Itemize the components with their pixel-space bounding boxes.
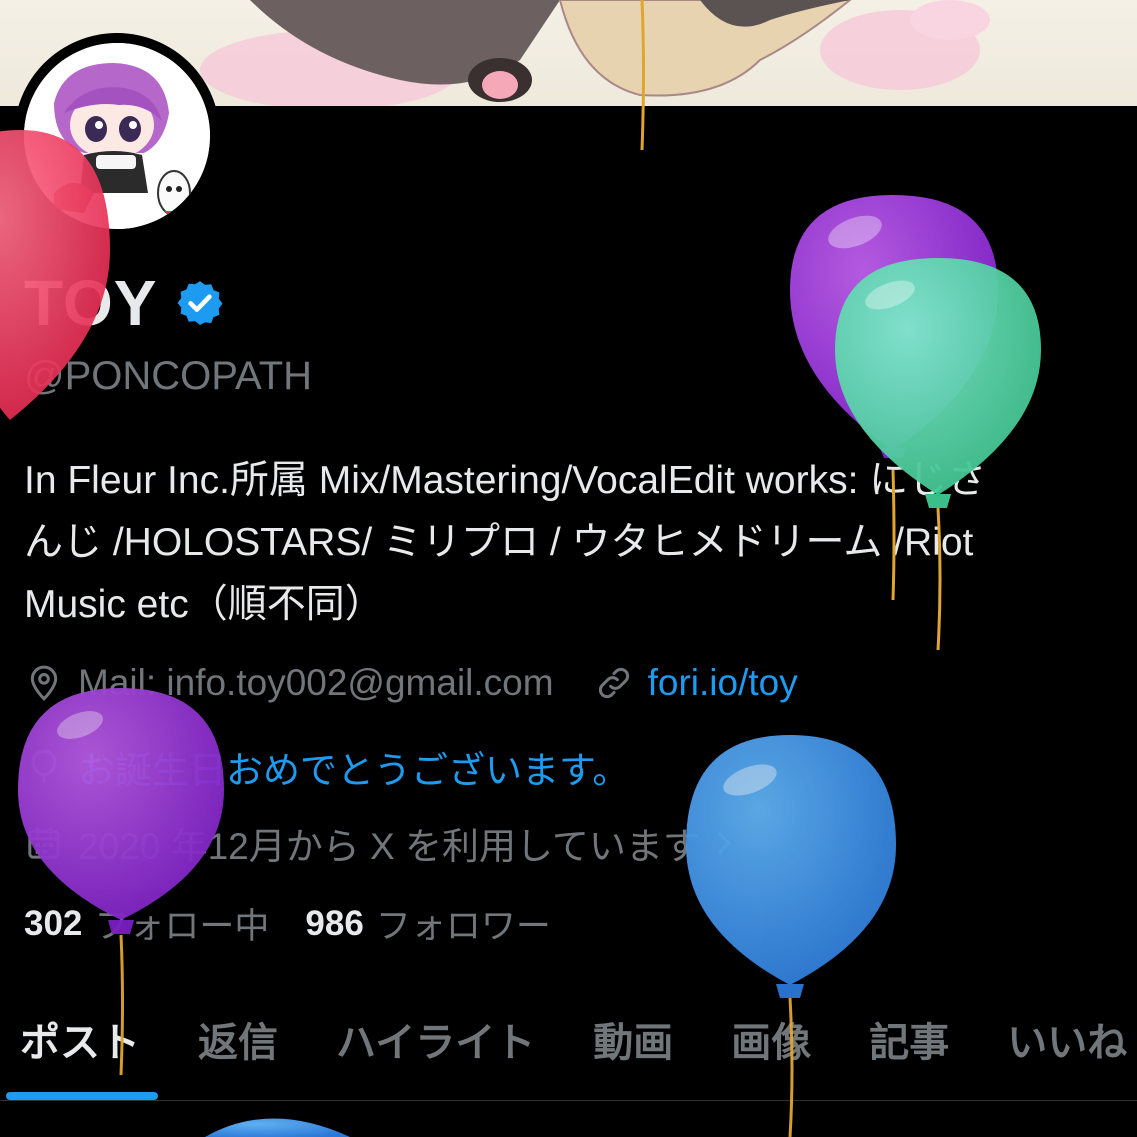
location-website-row: Mail: info.toy002@gmail.com fori.io/toy [24, 662, 798, 704]
tab-replies[interactable]: 返信 [198, 1000, 278, 1068]
tab-likes[interactable]: いいね [1007, 1000, 1127, 1068]
website-link[interactable]: fori.io/toy [648, 662, 798, 704]
avatar[interactable] [24, 43, 210, 229]
bio: In Fleur Inc.所属 Mix/Mastering/VocalEdit … [24, 450, 1134, 636]
name-row: TOY [24, 266, 225, 340]
tab-highlights[interactable]: ハイライト [336, 1000, 535, 1068]
following-count[interactable]: 302 [24, 904, 82, 944]
tab-articles[interactable]: 記事 [869, 1000, 949, 1068]
avatar-ring[interactable] [14, 33, 220, 239]
joined-text: 2020 年12月から X を利用しています [78, 826, 700, 867]
bio-line: In Fleur Inc.所属 Mix/Mastering/VocalEdit … [24, 459, 987, 502]
tab-photos[interactable]: 画像 [731, 1000, 811, 1068]
profile-tabs: ポスト 返信 ハイライト 動画 画像 記事 いいね [0, 1000, 1137, 1101]
bio-line: んじ /HOLOSTARS/ ミリプロ / ウタヒメドリーム /Riot [24, 521, 974, 564]
follow-stats: 302 フォロー中 986 フォロワー [24, 898, 587, 949]
birthday-text[interactable]: お誕生日おめでとうございます。 [78, 740, 629, 794]
chevron-right-icon [717, 832, 731, 854]
handle: @PONCOPATH [24, 354, 313, 398]
followers-label[interactable]: フォロワー [376, 898, 551, 949]
blue-balloon [205, 1118, 350, 1137]
active-tab-indicator [6, 1092, 158, 1100]
tab-videos[interactable]: 動画 [593, 1000, 673, 1068]
tab-posts[interactable]: ポスト [20, 1000, 140, 1068]
display-name: TOY [24, 267, 158, 339]
joined-row[interactable]: 2020 年12月から X を利用しています [24, 816, 740, 870]
balloon-icon [31, 749, 57, 783]
verified-badge-icon[interactable] [175, 278, 225, 328]
calendar-icon [28, 828, 60, 859]
avatar-illustration [24, 43, 210, 229]
location-text: Mail: info.toy002@gmail.com [78, 662, 554, 703]
following-label[interactable]: フォロー中 [94, 898, 269, 949]
followers-count[interactable]: 986 [305, 904, 363, 944]
birthday-row: お誕生日おめでとうございます。 [24, 740, 629, 794]
location-pin-icon [30, 665, 58, 701]
link-icon [598, 667, 629, 699]
bio-line: Music etc（順不同） [24, 583, 384, 626]
